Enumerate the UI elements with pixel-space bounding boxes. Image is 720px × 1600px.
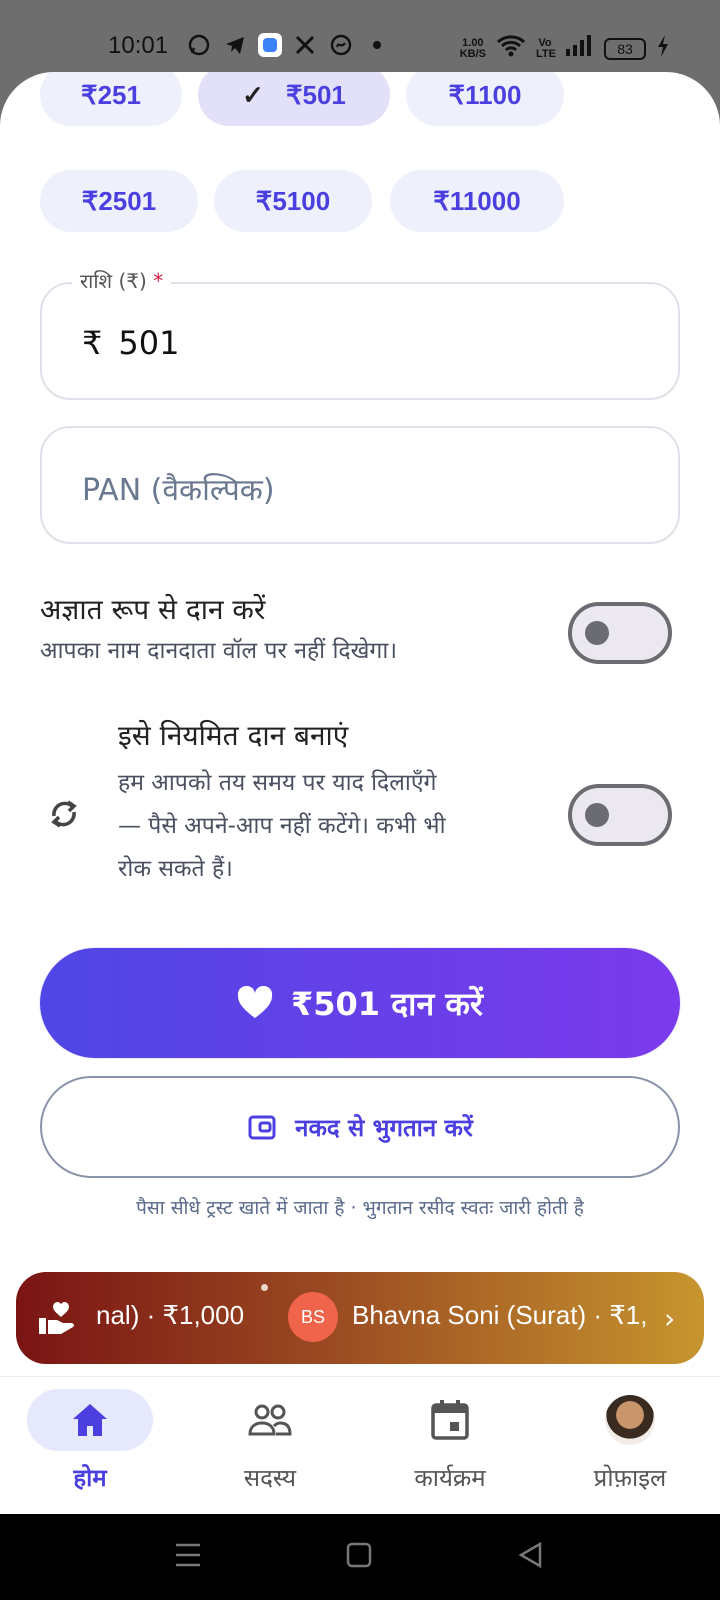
- amount-field-label: राशि (₹) *: [72, 267, 172, 294]
- amount-chip-1100[interactable]: ₹1100: [406, 72, 564, 126]
- nav-item-members[interactable]: सदस्य: [180, 1377, 360, 1514]
- signal-icon: [564, 34, 594, 63]
- bottom-nav: होम सदस्य कार्यक्रम प्रोफ़ाइल: [0, 1376, 720, 1514]
- rupee-symbol: ₹: [82, 324, 103, 362]
- chevron-right-icon[interactable]: ›: [664, 1302, 675, 1335]
- amount-chip-11000[interactable]: ₹11000: [390, 170, 564, 232]
- system-nav-bar: [0, 1514, 720, 1600]
- back-icon[interactable]: [518, 1541, 544, 1575]
- ticker-donor-2: Bhavna Soni (Surat) · ₹1,: [352, 1300, 648, 1330]
- amount-chip-501[interactable]: ✓ ₹501: [198, 72, 390, 126]
- home-button-icon[interactable]: [346, 1542, 372, 1575]
- amount-chip-251[interactable]: ₹251: [40, 72, 182, 126]
- ticker-donor-1: nal) · ₹1,000: [96, 1300, 245, 1330]
- system-status: 1.00 KB/S Vo LTE 83: [460, 34, 670, 63]
- avatar: [605, 1395, 655, 1445]
- amount-value: 501: [118, 324, 180, 362]
- amount-chip-2501[interactable]: ₹2501: [40, 170, 198, 232]
- x-icon: [292, 32, 318, 58]
- toggle-knob: [585, 621, 609, 645]
- amount-field[interactable]: राशि (₹) * ₹ 501: [40, 267, 680, 400]
- donor-initials-badge: BS: [288, 1292, 338, 1342]
- network-speed: 1.00 KB/S: [459, 36, 486, 60]
- more-dot-icon: [364, 32, 390, 58]
- ticker-indicator-dot: [261, 1284, 268, 1291]
- charging-icon: [656, 34, 670, 63]
- whatsapp-icon: [186, 32, 212, 58]
- repeat-icon: [44, 794, 84, 834]
- amount-chip-5100[interactable]: ₹5100: [214, 170, 372, 232]
- amount-field-value: ₹ 501: [82, 324, 179, 362]
- heart-icon: [237, 986, 273, 1018]
- recurring-title: इसे नियमित दान बनाएं: [118, 719, 349, 752]
- pan-field[interactable]: PAN (वैकल्पिक): [40, 426, 680, 544]
- donor-ticker[interactable]: nal) · ₹1,000 BS Bhavna Soni (Surat) · ₹…: [16, 1272, 704, 1364]
- threads-icon: [328, 32, 354, 58]
- anonymous-title: अज्ञात रूप से दान करें: [40, 593, 266, 626]
- members-icon: [248, 1404, 292, 1436]
- wallet-icon: [248, 1115, 276, 1140]
- donation-hand-icon: [39, 1302, 75, 1334]
- check-icon: ✓: [242, 79, 264, 110]
- pay-cash-button[interactable]: नकद से भुगतान करें: [40, 1076, 680, 1178]
- wifi-icon: [496, 34, 526, 63]
- anonymous-description: आपका नाम दानदाता वॉल पर नहीं दिखेगा।: [40, 638, 398, 664]
- nav-item-events[interactable]: कार्यक्रम: [360, 1377, 540, 1514]
- recurring-description: हम आपको तय समय पर याद दिलाएँगे — पैसे अप…: [118, 770, 446, 882]
- status-bar: 10:01 1.00 KB/S Vo LTE 83: [0, 0, 720, 80]
- donate-button[interactable]: ₹501 दान करें: [40, 948, 680, 1058]
- footnote: पैसा सीधे ट्रस्ट खाते में जाता है · भुगत…: [136, 1197, 584, 1219]
- battery-icon: 83: [604, 37, 646, 60]
- toggle-knob: [585, 803, 609, 827]
- recurring-toggle[interactable]: [568, 784, 672, 846]
- menu-icon[interactable]: [174, 1542, 202, 1575]
- nav-item-profile[interactable]: प्रोफ़ाइल: [540, 1377, 720, 1514]
- volte-label: Vo LTE: [536, 36, 556, 60]
- notification-icons: [186, 32, 390, 58]
- nav-item-home[interactable]: होम: [0, 1377, 180, 1514]
- telegram-icon: [222, 32, 248, 58]
- status-time: 10:01: [108, 32, 169, 59]
- pan-field-placeholder: PAN (वैकल्पिक): [82, 473, 275, 508]
- calendar-icon: [431, 1400, 469, 1440]
- donation-sheet: ₹251 ✓ ₹501 ₹1100 ₹2501 ₹5100 ₹11000 राश…: [0, 72, 720, 1514]
- app-icon: [258, 33, 282, 57]
- home-icon: [73, 1404, 107, 1436]
- anonymous-toggle[interactable]: [568, 602, 672, 664]
